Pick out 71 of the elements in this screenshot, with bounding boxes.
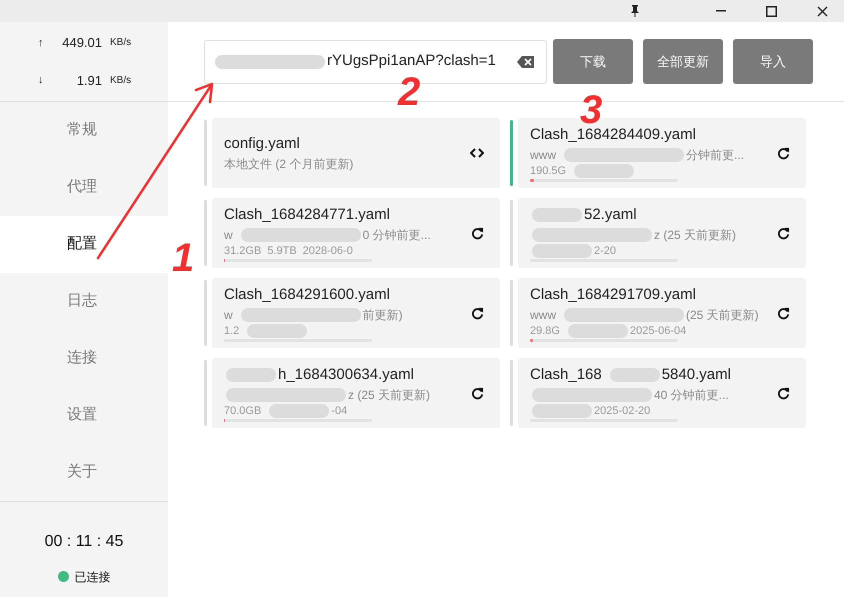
nav-item[interactable]: 常规 — [0, 102, 168, 159]
usage-text: 70.0GB — [224, 404, 262, 418]
profile-detail: (25 天前更新) — [686, 307, 759, 324]
refresh-icon[interactable] — [777, 146, 790, 160]
maximize-icon[interactable] — [766, 6, 777, 16]
profile-card[interactable]: config.yaml 本地文件 (2 个月前更新) — [212, 118, 500, 188]
minimize-icon[interactable] — [716, 10, 726, 12]
traffic-unit: KB/s — [110, 36, 132, 50]
nav-item[interactable]: 设置 — [0, 387, 168, 444]
uptime-timer: 00 : 11 : 45 — [44, 532, 124, 552]
usage-text: 1.2 — [224, 324, 240, 338]
refresh-icon[interactable] — [471, 306, 484, 320]
traffic-value: 449.01 — [61, 34, 102, 52]
profile-detail: 40 分钟前更... — [654, 387, 729, 404]
pin-icon[interactable] — [630, 5, 640, 17]
close-icon[interactable] — [817, 6, 828, 16]
profile-detail: www — [530, 147, 556, 164]
profile-card[interactable]: h_1684300634.yaml z (25 天前更新) 70.0GB -04 — [212, 358, 500, 428]
profile-detail: w — [224, 307, 233, 324]
profile-card[interactable]: 52.yaml z (25 天前更新) 2-20 — [518, 198, 806, 268]
status-text: 已连接 — [74, 568, 110, 586]
profile-name: Clash_1684284771.yaml — [224, 204, 390, 225]
refresh-icon[interactable] — [471, 226, 484, 240]
usage-text: 5.9TB — [267, 244, 297, 258]
refresh-icon[interactable] — [777, 386, 790, 400]
profile-detail: 本地文件 (2 个月前更新) — [224, 156, 354, 174]
usage-text: -04 — [331, 404, 348, 418]
profile-detail: 分钟前更... — [686, 147, 744, 164]
profile-detail: 前更新) — [362, 307, 403, 324]
profile-card[interactable]: Clash_1684291709.yaml www (25 天前更新) 29.8G 2025-06-04 — [518, 278, 806, 348]
nav-item[interactable]: 代理 — [0, 159, 168, 216]
usage-text: 2028-06-0 — [302, 244, 353, 258]
usage-text: 31.2GB — [224, 244, 262, 258]
profile-detail: z (25 天前更新) — [654, 227, 736, 244]
nav-item[interactable]: 关于 — [0, 444, 168, 501]
profile-card[interactable]: Clash_1684291600.yaml w 前更新) 1.2 — [212, 278, 500, 348]
profile-detail: 0 分钟前更... — [362, 227, 431, 244]
traffic-arrow: ↓ — [38, 73, 44, 88]
profile-detail: w — [224, 227, 233, 244]
profile-name: 52.yaml — [584, 204, 637, 225]
nav-item[interactable]: 配置 — [0, 216, 168, 273]
url-text: rYUgsPpi1anAP?clash=1 — [327, 51, 497, 72]
profile-name: config.yaml — [224, 134, 300, 154]
toolbar-button[interactable]: 全部更新 — [643, 39, 723, 84]
profile-name: Clash_168 — [530, 364, 602, 385]
traffic-value: 1.91 — [76, 72, 102, 90]
usage-text: 2025-06-04 — [630, 324, 686, 338]
refresh-icon[interactable] — [471, 386, 484, 400]
code-icon[interactable] — [470, 148, 484, 158]
annotation-number: 1 — [172, 235, 194, 282]
refresh-icon[interactable] — [777, 226, 790, 240]
profile-detail: z (25 天前更新) — [348, 387, 430, 404]
profile-name: Clash_1684291600.yaml — [224, 284, 390, 305]
usage-text: 2025-02-20 — [594, 404, 650, 418]
profile-name: Clash_1684291709.yaml — [530, 284, 696, 305]
profile-detail: www — [530, 307, 556, 324]
usage-text: 190.5G — [530, 164, 566, 178]
traffic-unit: KB/s — [110, 74, 132, 88]
refresh-icon[interactable] — [777, 306, 790, 320]
usage-text: 2-20 — [594, 244, 616, 258]
usage-text: 29.8G — [530, 324, 560, 338]
nav-item[interactable]: 连接 — [0, 330, 168, 387]
profile-card[interactable]: Clash_168 5840.yaml 40 分钟前更... 2025-02-20 — [518, 358, 806, 428]
toolbar-button[interactable]: 导入 — [733, 39, 813, 84]
profile-name: h_1684300634.yaml — [278, 364, 414, 385]
clear-icon[interactable] — [517, 56, 534, 68]
toolbar-button[interactable]: 下载 — [553, 39, 633, 84]
profile-card[interactable]: Clash_1684284771.yaml w 0 分钟前更... 31.2GB 5.9TB 2028-06-0 — [212, 198, 500, 268]
profile-name: 5840.yaml — [662, 364, 731, 385]
traffic-arrow: ↑ — [38, 36, 44, 50]
nav-item[interactable]: 日志 — [0, 273, 168, 330]
